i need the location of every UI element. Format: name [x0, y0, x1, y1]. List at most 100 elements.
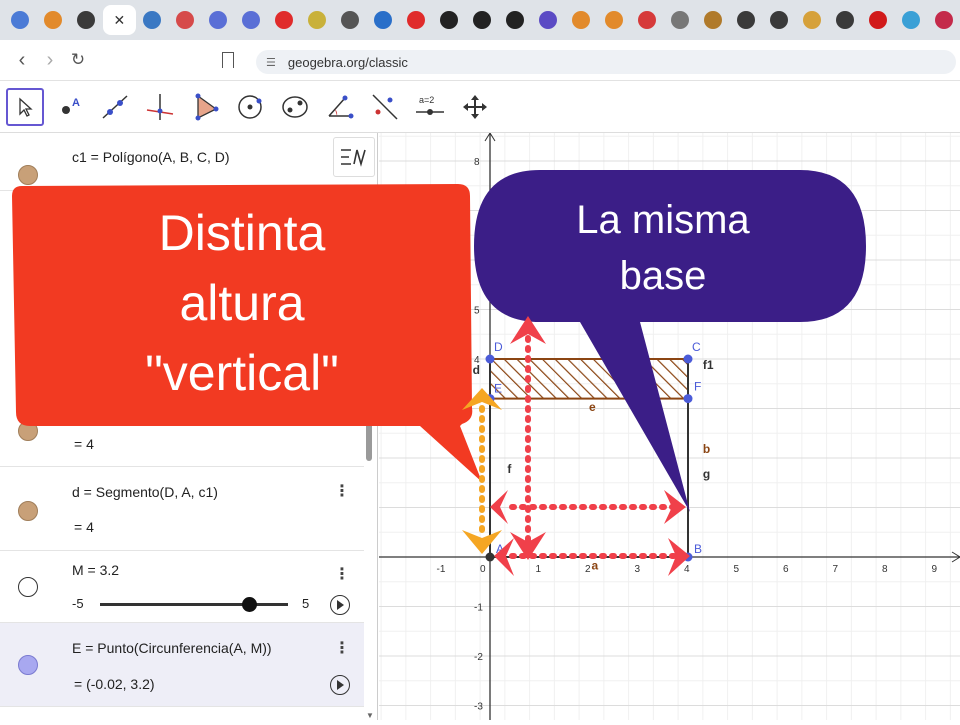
m-slider-handle[interactable]	[242, 597, 257, 612]
browser-tab[interactable]	[367, 5, 400, 35]
e-more-options-icon[interactable]: ⋮	[334, 638, 350, 658]
browser-tab[interactable]	[762, 5, 795, 35]
browser-tab[interactable]	[828, 5, 861, 35]
m-more-options-icon[interactable]: ⋮	[334, 564, 350, 584]
polygon-tool-button[interactable]	[186, 88, 224, 126]
browser-tab[interactable]	[334, 5, 367, 35]
point-D	[485, 354, 495, 364]
visibility-toggle-c1[interactable]	[18, 165, 38, 185]
point-tool-icon: A	[62, 97, 80, 114]
browser-tab[interactable]: ✕	[102, 5, 136, 35]
visibility-toggle-b[interactable]	[18, 421, 38, 441]
e-value: = (-0.02, 3.2)	[74, 676, 155, 692]
x-tick-label: 6	[783, 564, 789, 575]
tab-favicon-netflix-icon	[868, 11, 887, 29]
browser-tab[interactable]	[630, 5, 663, 35]
browser-tab[interactable]	[433, 5, 466, 35]
angle-tool-button[interactable]	[321, 88, 359, 126]
bookmark-icon[interactable]	[222, 52, 234, 68]
browser-tab[interactable]	[532, 5, 565, 35]
x-tick-label: 3	[635, 564, 641, 575]
browser-tab[interactable]	[301, 5, 334, 35]
geogebra-toolbar: A a=2	[0, 81, 960, 133]
browser-tab[interactable]	[597, 5, 630, 35]
back-icon[interactable]: ‹	[8, 49, 36, 72]
browser-tab[interactable]	[564, 5, 597, 35]
browser-tab[interactable]	[466, 5, 499, 35]
browser-tab[interactable]	[663, 5, 696, 35]
tab-favicon-red-box-icon	[637, 11, 656, 29]
browser-tab[interactable]	[927, 5, 960, 35]
line-tool-button[interactable]	[96, 88, 134, 126]
m-definition[interactable]: M = 3.2	[72, 562, 119, 578]
algebra-row-d[interactable]: d = Segmento(D, A, c1) = 4 ⋮	[0, 467, 364, 551]
perpendicular-tool-button[interactable]	[141, 88, 179, 126]
visibility-toggle-e[interactable]	[18, 655, 38, 675]
browser-tab[interactable]	[202, 5, 235, 35]
browser-tab[interactable]	[400, 5, 433, 35]
tab-favicon-raspberry-icon	[934, 11, 953, 29]
object-label-d: d	[473, 363, 480, 377]
algebra-scroll-arrow[interactable]: ▼	[366, 711, 374, 720]
point-label-F: F	[694, 380, 701, 394]
point-C	[683, 354, 693, 364]
y-tick-label: -1	[474, 603, 483, 614]
browser-tab[interactable]	[169, 5, 202, 35]
algebra-scrollbar[interactable]	[366, 401, 372, 461]
browser-tab[interactable]	[37, 5, 70, 35]
browser-tab[interactable]	[235, 5, 268, 35]
move-tool-button[interactable]	[6, 87, 44, 126]
reflect-tool-button[interactable]	[366, 88, 404, 126]
browser-tab[interactable]	[696, 5, 729, 35]
browser-tab[interactable]	[499, 5, 532, 35]
d-definition[interactable]: d = Segmento(D, A, c1)	[72, 484, 218, 500]
y-tick-label: 5	[474, 306, 480, 317]
browser-tab[interactable]	[136, 5, 169, 35]
tab-favicon-play-icon	[374, 11, 393, 29]
site-info-icon[interactable]: ☰	[266, 56, 276, 69]
purple-callout-text: La misma base	[576, 198, 750, 298]
object-label-e: e	[589, 400, 596, 414]
visibility-toggle-d[interactable]	[18, 501, 38, 521]
slider-tool-button[interactable]: a=2	[411, 88, 449, 126]
circle-tool-button[interactable]	[231, 88, 269, 126]
browser-tab[interactable]	[70, 5, 103, 35]
tab-favicon-chatgpt-icon	[440, 11, 459, 29]
circle-tool-icon	[238, 94, 262, 119]
move-view-tool-icon	[463, 94, 487, 119]
d-more-options-icon[interactable]: ⋮	[334, 481, 350, 501]
conic-tool-button[interactable]	[276, 88, 314, 126]
browser-tab[interactable]	[795, 5, 828, 35]
url-field[interactable]: ☰ geogebra.org/classic	[256, 50, 956, 74]
hatched-band	[489, 358, 689, 400]
move-tool-icon	[19, 97, 33, 117]
tab-favicon-chatgpt2-icon	[473, 11, 492, 29]
browser-tab[interactable]	[861, 5, 894, 35]
e-play-button[interactable]	[330, 675, 350, 695]
reload-icon[interactable]: ↻	[64, 50, 92, 70]
e-definition[interactable]: E = Punto(Circunferencia(A, M))	[72, 640, 272, 656]
point-label-E: E	[494, 382, 502, 396]
m-play-button[interactable]	[330, 595, 350, 615]
browser-tab[interactable]	[268, 5, 301, 35]
tab-favicon-chatgpt3-icon	[506, 11, 525, 29]
m-slider-track[interactable]	[100, 603, 288, 606]
algebra-row-c1[interactable]: c1 = Polígono(A, B, C, D)	[0, 133, 364, 191]
algebra-row-e[interactable]: E = Punto(Circunferencia(A, M)) = (-0.02…	[0, 623, 364, 707]
forward-icon[interactable]: ›	[36, 49, 64, 72]
move-view-tool-button[interactable]	[456, 88, 494, 126]
browser-tab[interactable]	[729, 5, 762, 35]
visibility-toggle-m[interactable]	[18, 577, 38, 597]
tab-favicon-mountain-icon	[802, 11, 821, 29]
browser-tab[interactable]	[4, 5, 37, 35]
algebra-row-m[interactable]: M = 3.2 ⋮ -5 5	[0, 551, 364, 623]
tab-favicon-yellow-icon	[308, 11, 327, 29]
polygon-tool-icon	[195, 93, 219, 120]
browser-tab[interactable]	[894, 5, 927, 35]
algebra-menu-button[interactable]	[333, 137, 375, 177]
tab-favicon-youtube-icon	[275, 11, 294, 29]
x-tick-label: 8	[882, 564, 888, 575]
d-value: = 4	[74, 519, 94, 535]
point-tool-button[interactable]: A	[51, 88, 89, 126]
c1-definition[interactable]: c1 = Polígono(A, B, C, D)	[72, 149, 230, 165]
